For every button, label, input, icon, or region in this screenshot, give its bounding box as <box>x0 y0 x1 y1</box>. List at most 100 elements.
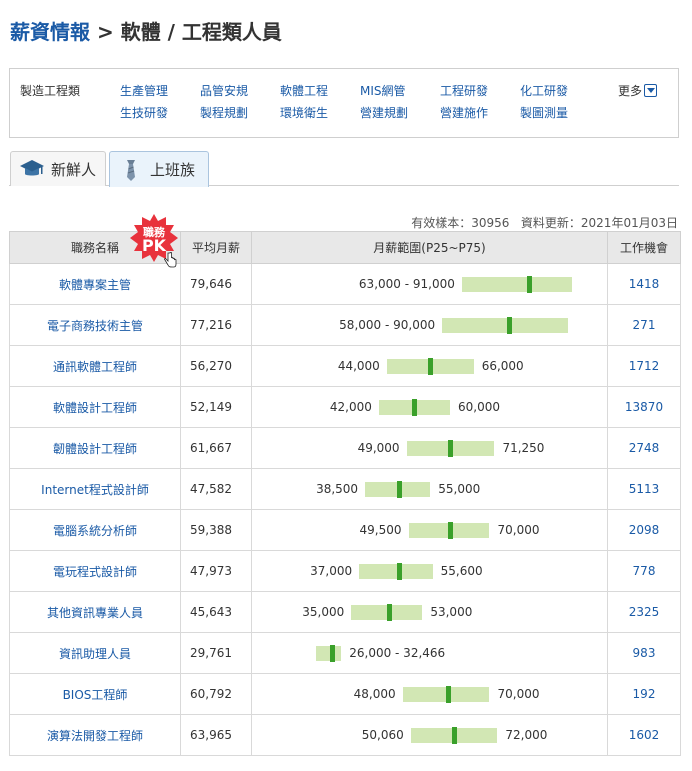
salary-range-low-label: 50,060 <box>361 728 404 742</box>
salary-median-marker <box>451 727 457 744</box>
avg-salary: 63,965 <box>180 714 252 756</box>
table-row: 演算法開發工程師 63,965 50,060 72,000 1602 <box>9 714 681 756</box>
salary-median-marker <box>428 358 434 375</box>
avg-salary: 56,270 <box>180 345 252 387</box>
salary-range-cell: 38,500 55,000 <box>251 468 608 510</box>
table-header-row: 職務名稱 平均月薪 月薪範圍(P25~P75) 工作機會 <box>9 231 681 264</box>
salary-range-high-label: 55,000 <box>438 482 481 496</box>
graduation-cap-icon <box>20 160 44 176</box>
tab-office-worker[interactable]: 上班族 <box>109 151 209 187</box>
filter-link[interactable]: 生技研發 <box>120 104 168 121</box>
salary-table: 職務名稱 平均月薪 月薪範圍(P25~P75) 工作機會 軟體專案主管 79,64… <box>9 231 681 756</box>
job-title-link[interactable]: 演算法開發工程師 <box>9 714 181 756</box>
job-openings-link[interactable]: 2098 <box>607 509 681 551</box>
job-title-link[interactable]: 其他資訊專業人員 <box>9 591 181 633</box>
avg-salary: 52,149 <box>180 386 252 428</box>
salary-median-marker <box>386 604 392 621</box>
salary-range-high-label: 71,250 <box>502 441 545 455</box>
data-meta: 有效樣本：30956 資料更新：2021年01月03日 <box>411 214 678 231</box>
job-openings-link[interactable]: 1712 <box>607 345 681 387</box>
table-row: 軟體專案主管 79,646 63,000 - 91,000 1418 <box>9 263 681 305</box>
salary-range-low-label: 44,000 <box>337 359 380 373</box>
table-row: 軟體設計工程師 52,149 42,000 60,000 13870 <box>9 386 681 428</box>
avg-salary: 79,646 <box>180 263 252 305</box>
job-openings-link[interactable]: 983 <box>607 632 681 674</box>
filter-link[interactable]: 環境衛生 <box>280 104 328 121</box>
job-title-link[interactable]: 資訊助理人員 <box>9 632 181 674</box>
job-openings-link[interactable]: 778 <box>607 550 681 592</box>
more-dropdown[interactable]: 更多 <box>618 82 658 99</box>
salary-range-high-label: 26,000 - 32,466 <box>349 646 446 660</box>
filter-category-label: 製造工程類 <box>20 84 81 98</box>
hand-cursor-icon <box>164 252 177 268</box>
job-openings-link[interactable]: 2325 <box>607 591 681 633</box>
job-openings-link[interactable]: 192 <box>607 673 681 715</box>
job-pk-badge[interactable]: 職務 PK <box>130 214 180 268</box>
avg-salary: 59,388 <box>180 509 252 551</box>
table-row: 電玩程式設計師 47,973 37,000 55,600 778 <box>9 550 681 592</box>
salary-range-bar <box>442 318 569 333</box>
filter-link[interactable]: 營建規劃 <box>360 104 408 121</box>
tab-fresh-graduate[interactable]: 新鮮人 <box>10 151 106 186</box>
category-filter: 製造工程類 生產管理 品管安規 軟體工程 MIS網管 工程研發 化工研發 生技研… <box>9 68 679 138</box>
job-openings-link[interactable]: 271 <box>607 304 681 346</box>
salary-median-marker <box>412 399 418 416</box>
salary-range-high-label: 60,000 <box>458 400 500 414</box>
salary-range-high-label: 72,000 <box>505 728 548 742</box>
job-title-link[interactable]: 通訊軟體工程師 <box>9 345 181 387</box>
job-title-link[interactable]: BIOS工程師 <box>9 673 181 715</box>
filter-link[interactable]: 營建施作 <box>440 104 488 121</box>
job-openings-link[interactable]: 1418 <box>607 263 681 305</box>
salary-range-high-label: 66,000 <box>481 359 524 373</box>
salary-range-cell: 50,060 72,000 <box>251 714 608 756</box>
salary-range-low-label: 49,500 <box>359 523 402 537</box>
job-openings-link[interactable]: 2748 <box>607 427 681 469</box>
filter-link[interactable]: 生產管理 <box>120 82 168 99</box>
more-label: 更多 <box>618 84 643 98</box>
salary-range-bar <box>461 277 573 292</box>
breadcrumb-category[interactable]: 薪資情報 <box>10 20 90 44</box>
header-salary-range: 月薪範圍(P25~P75) <box>251 231 608 264</box>
job-openings-link[interactable]: 13870 <box>607 386 681 428</box>
chevron-down-icon <box>644 84 658 97</box>
salary-median-marker <box>396 481 402 498</box>
job-title-link[interactable]: 韌體設計工程師 <box>9 427 181 469</box>
filter-link[interactable]: 製程規劃 <box>200 104 248 121</box>
table-body: 軟體專案主管 79,646 63,000 - 91,000 1418 電子商務技術主管 7… <box>9 263 681 756</box>
job-openings-link[interactable]: 5113 <box>607 468 681 510</box>
filter-link-active[interactable]: 軟體工程 <box>280 82 328 99</box>
salary-range-cell: 37,000 55,600 <box>251 550 608 592</box>
job-title-link[interactable]: 電玩程式設計師 <box>9 550 181 592</box>
update-date: 資料更新：2021年01月03日 <box>520 216 678 230</box>
filter-link[interactable]: 製圖測量 <box>520 104 568 121</box>
filter-link[interactable]: 工程研發 <box>440 82 488 99</box>
avg-salary: 60,792 <box>180 673 252 715</box>
salary-range-cell: 44,000 66,000 <box>251 345 608 387</box>
job-openings-link[interactable]: 1602 <box>607 714 681 756</box>
salary-range-high-label: 55,600 <box>440 564 483 578</box>
sample-count: 有效樣本：30956 <box>411 216 510 230</box>
salary-range-low-label: 38,500 <box>316 482 359 496</box>
avg-salary: 61,667 <box>180 427 252 469</box>
salary-range-low-label: 48,000 <box>353 687 396 701</box>
salary-range-cell: 58,000 - 90,000 <box>251 304 608 346</box>
salary-range-low-label: 37,000 <box>310 564 353 578</box>
table-row: BIOS工程師 60,792 48,000 70,000 192 <box>9 673 681 715</box>
salary-range-low-label: 63,000 - 91,000 <box>358 277 455 291</box>
salary-range-cell: 26,000 - 32,466 <box>251 632 608 674</box>
job-title-link[interactable]: Internet程式設計師 <box>9 468 181 510</box>
salary-median-marker <box>396 563 402 580</box>
job-title-link[interactable]: 電腦系統分析師 <box>9 509 181 551</box>
filter-link[interactable]: MIS網管 <box>360 82 406 99</box>
job-title-link[interactable]: 軟體設計工程師 <box>9 386 181 428</box>
avg-salary: 77,216 <box>180 304 252 346</box>
job-title-link[interactable]: 軟體專案主管 <box>9 263 181 305</box>
table-row: 其他資訊專業人員 45,643 35,000 53,000 2325 <box>9 591 681 633</box>
salary-range-low-label: 49,000 <box>357 441 400 455</box>
job-title-link[interactable]: 電子商務技術主管 <box>9 304 181 346</box>
filter-link[interactable]: 品管安規 <box>200 82 248 99</box>
salary-median-marker <box>527 276 532 293</box>
table-row: 電子商務技術主管 77,216 58,000 - 90,000 271 <box>9 304 681 346</box>
filter-link[interactable]: 化工研發 <box>520 82 568 99</box>
salary-range-cell: 35,000 53,000 <box>251 591 608 633</box>
